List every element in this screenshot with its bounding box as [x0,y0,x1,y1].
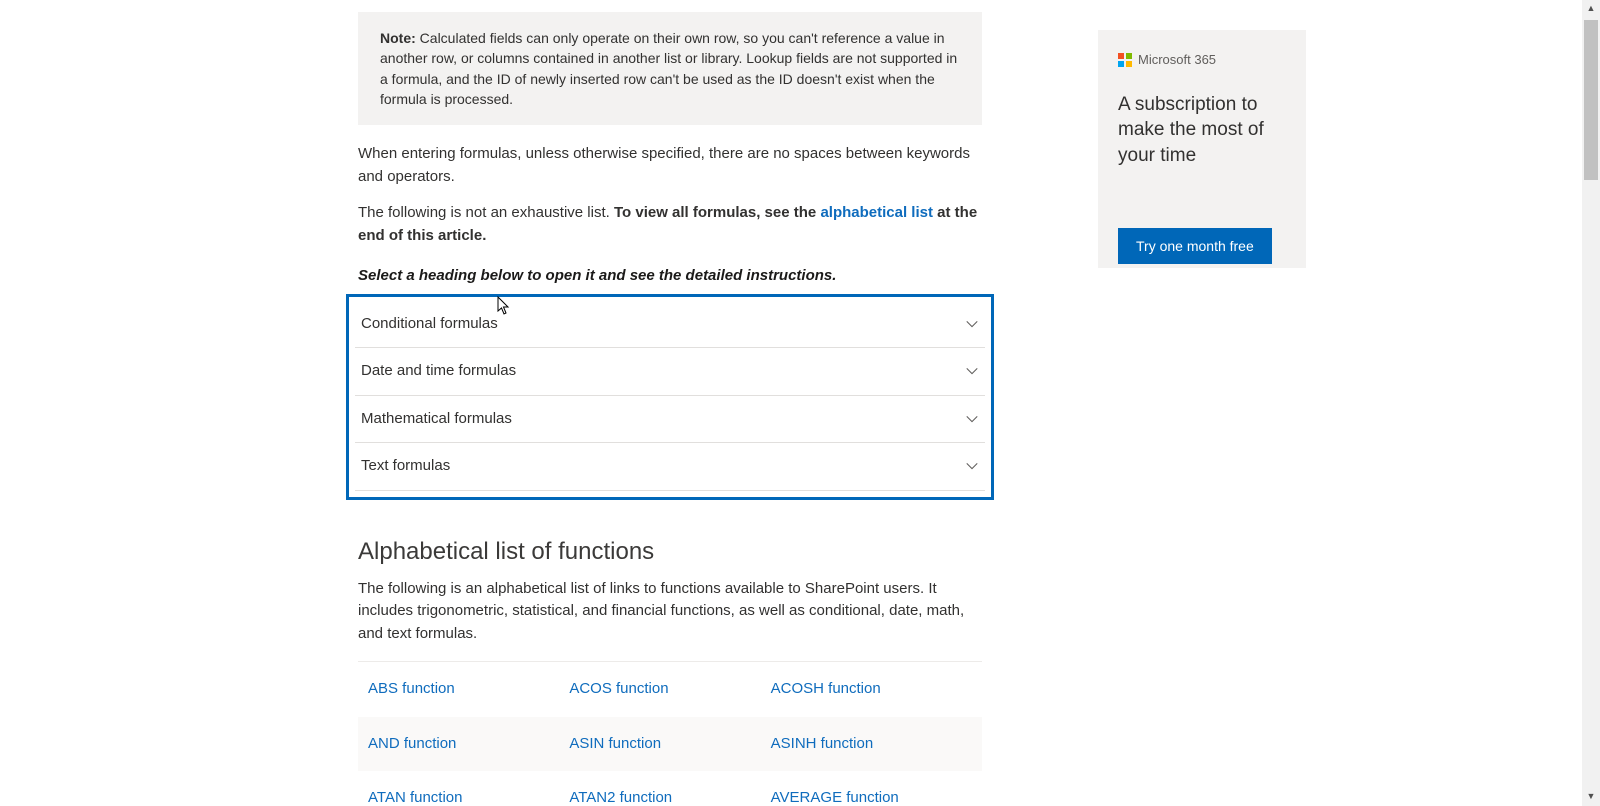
chevron-down-icon [965,412,979,426]
article-content: Note: Calculated fields can only operate… [358,0,982,806]
function-link[interactable]: ACOS function [569,680,668,697]
function-link[interactable]: ACOSH function [771,680,881,697]
accordion-label: Date and time formulas [361,360,516,383]
exhaustive-pre: The following is not an exhaustive list. [358,204,614,221]
chevron-down-icon [965,364,979,378]
function-link[interactable]: ASIN function [569,735,661,752]
note-box: Note: Calculated fields can only operate… [358,12,982,125]
chevron-down-icon [965,459,979,473]
scrollbar-thumb[interactable] [1584,20,1598,180]
accordion-date-time-formulas[interactable]: Date and time formulas [355,348,985,396]
select-heading: Select a heading below to open it and se… [358,265,982,288]
accordion-label: Conditional formulas [361,313,498,336]
paragraph-spaces: When entering formulas, unless otherwise… [358,143,982,188]
paragraph-exhaustive: The following is not an exhaustive list.… [358,202,982,247]
scroll-up-arrow-icon[interactable]: ▲ [1582,0,1600,18]
section-title: Alphabetical list of functions [358,534,982,570]
brand-text: Microsoft 365 [1138,50,1216,70]
chevron-down-icon [965,317,979,331]
accordion-group: Conditional formulas Date and time formu… [346,294,994,500]
table-row: ATAN function ATAN2 function AVERAGE fun… [358,771,982,806]
function-link[interactable]: AVERAGE function [771,789,899,806]
function-link[interactable]: ASINH function [771,735,874,752]
section-description: The following is an alphabetical list of… [358,578,982,646]
microsoft-365-brand: Microsoft 365 [1118,50,1286,70]
accordion-conditional-formulas[interactable]: Conditional formulas [355,301,985,349]
accordion-mathematical-formulas[interactable]: Mathematical formulas [355,396,985,444]
table-row: AND function ASIN function ASINH functio… [358,717,982,772]
sidebar-promo: Microsoft 365 A subscription to make the… [1098,30,1306,268]
accordion-label: Mathematical formulas [361,408,512,431]
microsoft-logo-icon [1118,53,1132,67]
function-link[interactable]: ATAN function [368,789,462,806]
table-row: ABS function ACOS function ACOSH functio… [358,662,982,717]
accordion-label: Text formulas [361,455,450,478]
function-link[interactable]: ABS function [368,680,455,697]
note-text: Calculated fields can only operate on th… [380,30,957,107]
scroll-down-arrow-icon[interactable]: ▼ [1582,788,1600,806]
exhaustive-bold1: To view all formulas, see the [614,204,820,221]
function-link[interactable]: AND function [368,735,456,752]
vertical-scrollbar[interactable]: ▲ ▼ [1582,0,1600,806]
alphabetical-list-link[interactable]: alphabetical list [820,204,933,221]
function-table: ABS function ACOS function ACOSH functio… [358,661,982,806]
note-label: Note: [380,30,416,46]
function-link[interactable]: ATAN2 function [569,789,672,806]
try-one-month-free-button[interactable]: Try one month free [1118,228,1272,264]
accordion-text-formulas[interactable]: Text formulas [355,443,985,491]
sidebar-title: A subscription to make the most of your … [1118,92,1286,169]
